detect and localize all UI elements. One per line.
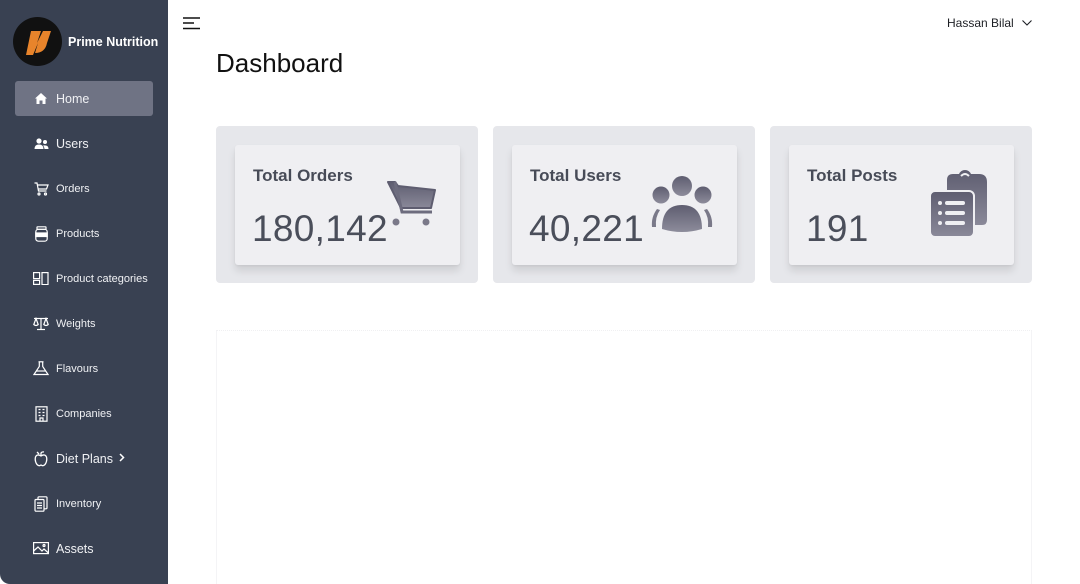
brand-name: Prime Nutrition — [68, 34, 159, 49]
flask-icon — [33, 361, 49, 377]
stat-value: 191 — [806, 208, 869, 249]
sidebar-item-label: Diet Plans — [56, 451, 113, 466]
sidebar-item-diet-plans[interactable]: Diet Plans — [15, 441, 153, 476]
chevron-down-icon — [1021, 20, 1032, 26]
page-title: Dashboard — [216, 48, 344, 78]
users-group-icon — [648, 175, 716, 240]
categories-icon — [33, 271, 49, 287]
hamburger-icon — [183, 17, 200, 30]
app: Prime Nutrition Home Users Orders Produc — [0, 0, 1080, 584]
stat-card-posts[interactable]: Total Posts 191 — [770, 126, 1032, 283]
building-icon — [33, 405, 49, 422]
sidebar-item-assets[interactable]: Assets — [15, 531, 153, 566]
sidebar-item-label: Inventory — [56, 497, 102, 510]
sidebar-item-label: Assets — [56, 541, 94, 556]
sidebar-item-product-categories[interactable]: Product categories — [15, 261, 153, 296]
stat-card-orders[interactable]: Total Orders 180,142 — [216, 126, 478, 283]
sidebar-item-products[interactable]: Products — [15, 216, 153, 251]
sidebar-item-label: Users — [56, 136, 89, 151]
jar-icon — [33, 225, 49, 242]
sidebar-item-label: Companies — [56, 407, 112, 420]
clipboard-list-icon — [929, 170, 989, 243]
stat-card-users[interactable]: Total Users 40,221 — [493, 126, 755, 283]
cart-icon — [387, 180, 437, 233]
logo — [13, 17, 62, 66]
stat-card-body: Total Orders 180,142 — [235, 145, 460, 265]
chevron-right-icon — [119, 452, 125, 465]
sidebar-item-flavours[interactable]: Flavours — [15, 351, 153, 386]
cart-icon — [33, 181, 49, 197]
sidebar: Prime Nutrition Home Users Orders Produc — [0, 0, 168, 584]
sidebar-item-users[interactable]: Users — [15, 126, 153, 161]
apple-icon — [33, 450, 49, 467]
stat-card-body: Total Users 40,221 — [512, 145, 737, 265]
users-icon — [33, 136, 49, 152]
sidebar-item-label: Products — [56, 227, 100, 240]
user-name: Hassan Bilal — [947, 16, 1014, 30]
clipboard-icon — [33, 495, 49, 512]
image-icon — [33, 541, 49, 557]
chart-panel — [216, 330, 1032, 584]
sidebar-item-label: Orders — [56, 182, 90, 195]
stat-title: Total Orders — [253, 166, 353, 185]
home-icon — [33, 91, 49, 107]
sidebar-item-inventory[interactable]: Inventory — [15, 486, 153, 521]
brand[interactable]: Prime Nutrition — [13, 17, 158, 66]
sidebar-item-label: Weights — [56, 317, 96, 330]
user-menu[interactable]: Hassan Bilal — [947, 16, 1032, 30]
sidebar-item-companies[interactable]: Companies — [15, 396, 153, 431]
stat-value: 180,142 — [252, 208, 388, 249]
sidebar-item-orders[interactable]: Orders — [15, 171, 153, 206]
sidebar-item-weights[interactable]: Weights — [15, 306, 153, 341]
scale-icon — [33, 316, 49, 332]
stat-card-body: Total Posts 191 — [789, 145, 1014, 265]
sidebar-item-label: Home — [56, 91, 90, 106]
stat-value: 40,221 — [529, 208, 644, 249]
stat-title: Total Posts — [807, 166, 898, 185]
stat-title: Total Users — [530, 166, 622, 185]
sidebar-item-label: Flavours — [56, 362, 99, 375]
menu-toggle-button[interactable] — [183, 17, 201, 30]
sidebar-item-label: Product categories — [56, 272, 148, 285]
sidebar-item-home[interactable]: Home — [15, 81, 153, 116]
